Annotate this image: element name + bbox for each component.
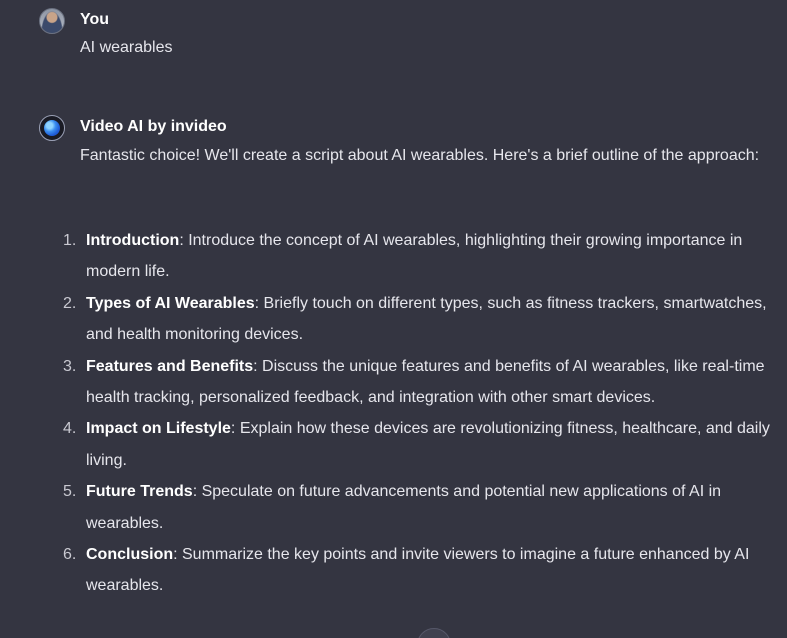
- user-avatar: [39, 8, 65, 34]
- list-item-number: 5.: [63, 483, 77, 501]
- assistant-avatar: [39, 115, 65, 141]
- globe-icon: [44, 120, 60, 136]
- list-item-text: : Introduce the concept of AI wearables,…: [86, 232, 743, 281]
- list-item: 2. Types of AI Wearables: Briefly touch o…: [56, 288, 771, 351]
- list-item: 1. Introduction: Introduce the concept of…: [56, 225, 771, 288]
- list-item: 3. Features and Benefits: Discuss the uni…: [56, 351, 771, 414]
- list-item-title: Features and Benefits: [86, 357, 254, 375]
- list-item-number: 1.: [63, 232, 77, 249]
- list-item-title: Impact on Lifestyle: [86, 420, 231, 438]
- list-item: 5. Future Trends: Speculate on future adv…: [56, 476, 771, 539]
- assistant-intro-text: Fantastic choice! We'll create a script …: [80, 147, 760, 164]
- chat-conversation: You AI wearables Video AI by invideo Fan…: [0, 0, 787, 638]
- user-message-text: AI wearables: [80, 39, 173, 56]
- list-item: 4. Impact on Lifestyle: Explain how these…: [56, 413, 771, 476]
- list-item-number: 2.: [63, 294, 77, 312]
- assistant-author-name: Video AI by invideo: [80, 118, 227, 135]
- list-item-title: Types of AI Wearables: [86, 294, 255, 312]
- list-item-number: 6.: [63, 546, 77, 564]
- list-item: 6. Conclusion: Summarize the key points a…: [56, 539, 771, 602]
- outline-list: 1. Introduction: Introduce the concept of…: [56, 225, 771, 602]
- list-item-number: 3.: [63, 357, 77, 375]
- list-item-text: : Summarize the key points and invite vi…: [86, 546, 750, 595]
- list-item-title: Future Trends: [86, 483, 193, 501]
- user-author-name: You: [80, 11, 110, 28]
- list-item-number: 4.: [63, 420, 77, 438]
- list-item-title: Introduction: [86, 232, 180, 249]
- list-item-title: Conclusion: [86, 546, 174, 564]
- scroll-down-button[interactable]: [417, 628, 451, 638]
